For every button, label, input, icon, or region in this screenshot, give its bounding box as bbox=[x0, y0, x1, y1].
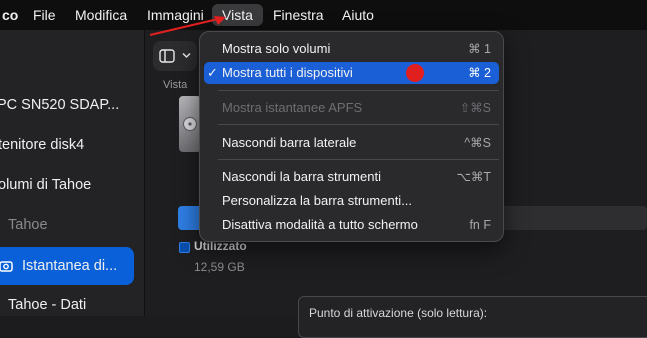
used-legend-value: 12,59 GB bbox=[194, 260, 245, 274]
sidebar-item-tahoe[interactable]: Tahoe bbox=[8, 212, 48, 238]
menu-item-shortcut: ^⌘S bbox=[464, 136, 491, 150]
menu-item-hide-sidebar[interactable]: Nascondi barra laterale ^⌘S bbox=[204, 132, 499, 154]
sidebar-item-tahoe-data[interactable]: Tahoe - Dati bbox=[8, 292, 86, 318]
menu-file[interactable]: File bbox=[23, 4, 66, 26]
menu-item-show-volumes[interactable]: Mostra solo volumi ⌘ 1 bbox=[204, 38, 499, 60]
menu-separator bbox=[218, 124, 499, 125]
menu-item-hide-toolbar[interactable]: Nascondi la barra strumenti ⌥⌘T bbox=[204, 166, 499, 188]
view-toggle-button[interactable] bbox=[153, 41, 197, 71]
disk-platter-icon bbox=[183, 117, 197, 131]
vista-dropdown-menu: Mostra solo volumi ⌘ 1 ✓ Mostra tutti i … bbox=[199, 31, 504, 242]
red-cursor-annotation bbox=[406, 64, 424, 82]
sidebar-item-volumes[interactable]: olumi di Tahoe bbox=[0, 172, 91, 198]
sidebar-item-snapshot-label: Istantanea di... bbox=[22, 258, 118, 274]
checkmark-icon: ✓ bbox=[207, 65, 218, 80]
internal-disk-icon bbox=[179, 96, 201, 152]
sidebar-item-snapshot[interactable]: Istantanea di... bbox=[0, 247, 134, 285]
usage-bar-fill bbox=[178, 206, 200, 230]
menu-item-label: Disattiva modalità a tutto schermo bbox=[222, 217, 418, 232]
menu-item-show-snapshots: Mostra istantanee APFS ⇧⌘S bbox=[204, 97, 499, 119]
menu-item-label: Mostra istantanee APFS bbox=[222, 100, 363, 115]
view-button-label: Vista bbox=[163, 79, 188, 91]
menu-item-shortcut: fn F bbox=[469, 218, 491, 232]
menu-item-label: Mostra tutti i dispositivi bbox=[222, 65, 353, 80]
used-legend-swatch bbox=[179, 242, 190, 253]
menu-finestra[interactable]: Finestra bbox=[263, 4, 334, 26]
sidebar-item-disk[interactable]: PC SN520 SDAP... bbox=[0, 92, 119, 118]
menu-item-show-all-devices[interactable]: ✓ Mostra tutti i dispositivi ⌘ 2 bbox=[204, 62, 499, 84]
mount-point-label: Punto di attivazione (solo lettura): bbox=[309, 306, 488, 320]
menu-item-label: Mostra solo volumi bbox=[222, 41, 331, 56]
menu-bar: co File Modifica Immagini Vista Finestra… bbox=[0, 0, 647, 30]
menu-item-shortcut: ⌘ 1 bbox=[468, 42, 491, 56]
menu-item-label: Personalizza la barra strumenti... bbox=[222, 193, 413, 208]
menu-separator bbox=[218, 159, 499, 160]
menu-item-customize-toolbar[interactable]: Personalizza la barra strumenti... bbox=[204, 190, 499, 212]
menu-item-label: Nascondi barra laterale bbox=[222, 135, 357, 150]
menu-item-exit-fullscreen[interactable]: Disattiva modalità a tutto schermo fn F bbox=[204, 214, 499, 236]
menu-separator bbox=[218, 90, 499, 91]
menu-modifica[interactable]: Modifica bbox=[65, 4, 137, 26]
menu-item-shortcut: ⌥⌘T bbox=[456, 170, 491, 184]
menu-item-shortcut: ⌘ 2 bbox=[468, 66, 491, 80]
camera-snapshot-icon bbox=[0, 261, 13, 272]
menu-aiuto[interactable]: Aiuto bbox=[332, 4, 384, 26]
menu-item-label: Nascondi la barra strumenti bbox=[222, 169, 381, 184]
red-arrow-annotation bbox=[149, 16, 226, 36]
sidebar-item-container[interactable]: tenitore disk4 bbox=[0, 132, 84, 158]
sidebar-toggle-icon bbox=[159, 49, 175, 63]
menu-item-shortcut: ⇧⌘S bbox=[459, 101, 491, 115]
chevron-down-icon bbox=[182, 52, 191, 59]
